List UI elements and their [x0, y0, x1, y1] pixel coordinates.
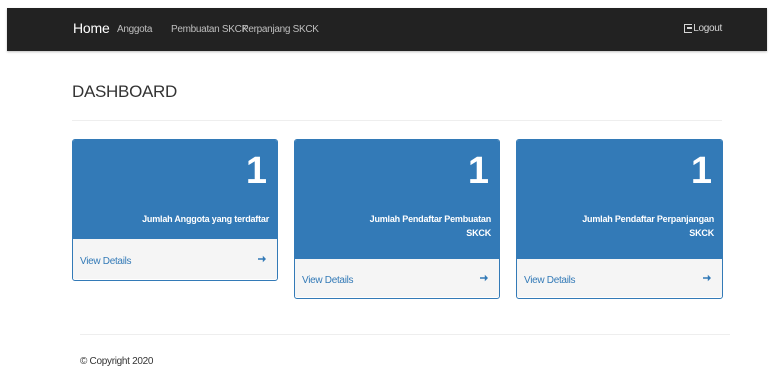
panel-count: 1 [467, 150, 489, 192]
panel-count: 1 [245, 150, 267, 192]
footer-divider [80, 334, 730, 335]
logout-label: Logout [693, 23, 722, 34]
logout-link[interactable]: Logout [684, 23, 722, 34]
copyright-text: © Copyright 2020 [80, 356, 154, 367]
nav-link-perpanjang-skck[interactable]: Perpanjang SKCK [242, 24, 319, 35]
panel-label: Jumlah Pendaftar Pembuatan SKCK [369, 214, 492, 238]
panel-label: Jumlah Anggota yang terdaftar [142, 214, 269, 224]
arrow-right-icon [703, 274, 711, 282]
view-details-link[interactable]: View Details [524, 275, 576, 286]
view-details-link[interactable]: View Details [80, 256, 132, 267]
arrow-right-icon [480, 274, 488, 282]
panel-count: 1 [690, 150, 712, 192]
logout-icon [684, 24, 693, 33]
panel-heading: 1 Jumlah Anggota yang terdaftar [73, 140, 277, 239]
header-divider [72, 120, 722, 121]
panel-heading: 1 Jumlah Pendaftar Perpanjangan SKCK [517, 140, 722, 259]
panel-label: Jumlah Pendaftar Perpanjangan SKCK [582, 214, 714, 238]
page-title: DASHBOARD [72, 82, 177, 101]
nav-link-anggota[interactable]: Anggota [117, 24, 152, 35]
panel-heading: 1 Jumlah Pendaftar Pembuatan SKCK [295, 140, 499, 259]
arrow-right-icon [258, 255, 266, 263]
brand-home-link[interactable]: Home [73, 20, 110, 36]
nav-link-pembuatan-skck[interactable]: Pembuatan SKCK [171, 24, 248, 35]
top-navbar: Home Anggota Pembuatan SKCK Perpanjang S… [7, 8, 767, 51]
view-details-link[interactable]: View Details [302, 275, 354, 286]
